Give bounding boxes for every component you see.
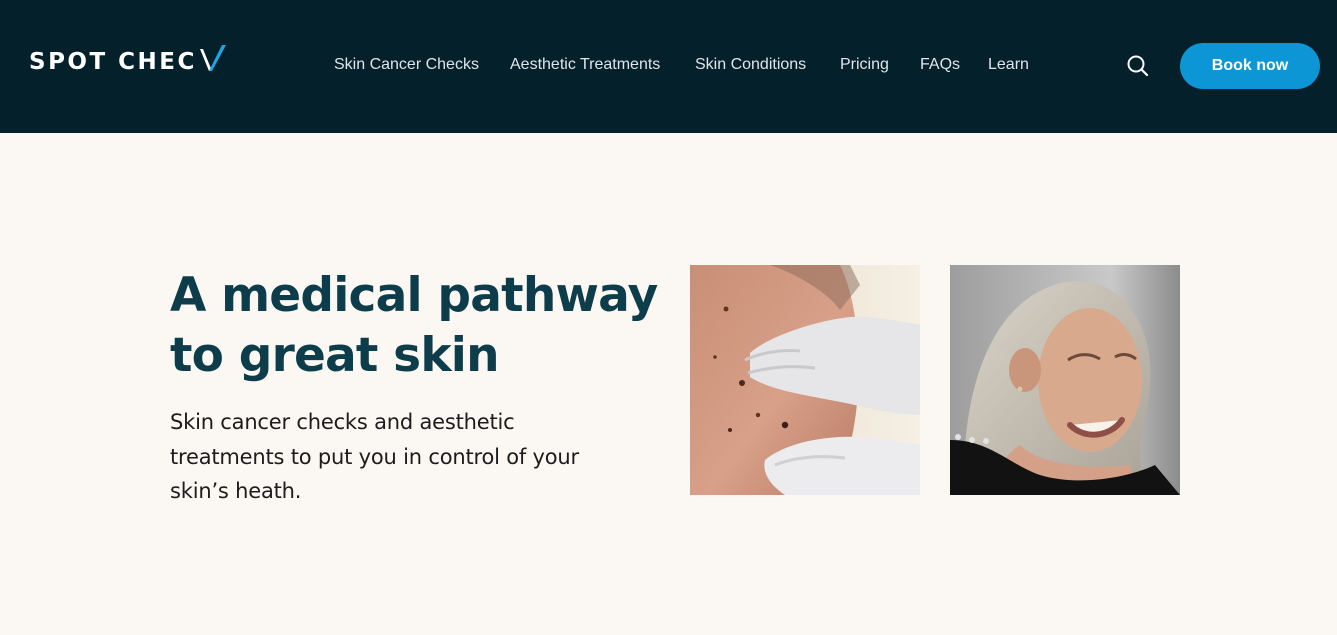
book-now-button[interactable]: Book now	[1180, 43, 1320, 89]
hero-heading: A medical pathway to great skin	[170, 266, 670, 386]
nav-item-aesthetic-treatments[interactable]: Aesthetic Treatments	[510, 55, 660, 75]
hero-subtitle-line-3: skin’s heath.	[170, 479, 302, 503]
smiling-woman-photo	[950, 265, 1180, 495]
nav-item-pricing[interactable]: Pricing	[840, 55, 889, 75]
nav-item-faqs[interactable]: FAQs	[920, 55, 960, 75]
brand-name: SPOT CHEC	[29, 48, 197, 75]
top-navbar: SPOT CHEC Skin Cancer Checks Aesthetic T…	[0, 0, 1337, 133]
nav-item-skin-conditions[interactable]: Skin Conditions	[695, 55, 806, 75]
check-mark-logo-icon	[200, 45, 226, 71]
hero-heading-line-2: to great skin	[170, 328, 500, 383]
hero-subtitle-line-1: Skin cancer checks and aesthetic	[170, 410, 515, 434]
hero-subtitle-line-2: treatments to put you in control of your	[170, 444, 579, 469]
nav-item-learn[interactable]: Learn	[988, 55, 1029, 75]
search-button[interactable]	[1125, 53, 1151, 79]
hero-subtitle: Skin cancer checks and aesthetic treatme…	[170, 405, 640, 509]
search-icon	[1127, 55, 1149, 77]
nav-item-skin-cancer-checks[interactable]: Skin Cancer Checks	[334, 55, 479, 75]
skin-check-photo	[690, 265, 920, 495]
brand-logo[interactable]: SPOT CHEC	[29, 45, 226, 77]
hero-heading-line-1: A medical pathway	[170, 268, 658, 323]
